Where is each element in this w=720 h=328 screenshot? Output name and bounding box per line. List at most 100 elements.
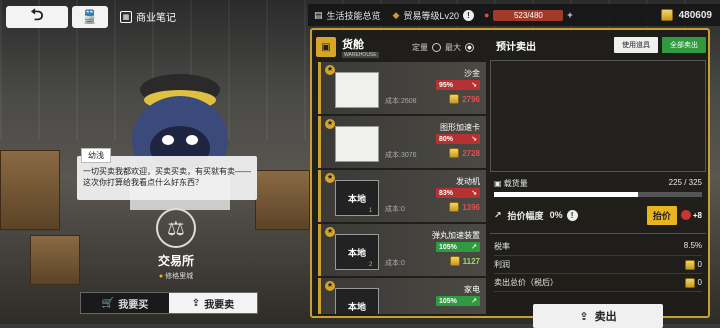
item-price-value: 2728: [462, 148, 480, 158]
profit-value: 0: [697, 260, 702, 269]
mode-max-radio[interactable]: [465, 43, 474, 52]
raise-label: 抬价幅度: [507, 210, 544, 221]
use-item-button[interactable]: 使用道具: [614, 37, 658, 53]
crate: [30, 235, 80, 285]
cargo-item[interactable]: ★ 本地 家电 105% ↗: [318, 278, 486, 314]
location-name: 修格里城: [165, 273, 194, 280]
cargo-capacity: ▣ 载货量 225 / 325: [490, 178, 706, 189]
raise-value: 0%: [549, 210, 563, 220]
sell-button-label: 卖出: [594, 311, 617, 323]
stamina[interactable]: ● 523/480 +: [484, 9, 573, 21]
item-quantity: 2: [369, 262, 373, 268]
coin-icon: [660, 9, 673, 21]
back-button[interactable]: ⮌: [6, 6, 68, 28]
item-price-value: 1127: [462, 256, 480, 266]
book-icon: ▤: [314, 9, 323, 20]
money-value: 480609: [678, 9, 712, 21]
box-icon: ▣: [316, 37, 336, 57]
sell-all-button[interactable]: 全部卖出: [662, 37, 706, 53]
item-cost: 成本:3076: [385, 150, 417, 160]
item-percent-value: 105%: [439, 243, 457, 251]
cargo-list: ★ 沙金 95% ↘ 成本:2608 2796 ★ 图形加速卡 80% ↘ 成本:3076 2728 ★…: [318, 62, 486, 314]
sell-stats: 税率 8.5% 利润 0 卖出总价（税后） 0: [490, 233, 706, 296]
item-cost-value: 0: [400, 260, 405, 267]
business-notes-button[interactable]: ▦ 商业笔记: [120, 9, 176, 24]
item-price: 1127: [449, 256, 480, 266]
item-cost-value: 2608: [400, 98, 417, 105]
item-cost-label: 成本:: [385, 206, 401, 213]
mode-fixed-radio[interactable]: [432, 43, 441, 52]
dialog-box[interactable]: 幼浅 一切买卖我都欢迎，买卖买卖，有买就有卖——这次你打算给我看点什么好东西？: [77, 148, 257, 200]
raise-price-row: ↗ 抬价幅度 0% ! 抬价 +8: [490, 205, 706, 225]
sell-slot-area[interactable]: [490, 60, 706, 172]
stamina-value: 523/480: [493, 9, 564, 21]
tab-sell-label: 我要卖: [204, 299, 235, 311]
item-price: 2796: [449, 94, 480, 104]
cargo-value: 225 / 325: [668, 178, 702, 187]
life-skills-label: 生活技能总览: [326, 10, 381, 21]
item-price-percent: 105% ↗: [436, 242, 480, 252]
add-stamina-icon[interactable]: +: [567, 10, 572, 20]
sell-button[interactable]: ⇪ 卖出: [533, 304, 663, 328]
life-skills-button[interactable]: ▤ 生活技能总览: [308, 4, 387, 26]
cargo-icon: ▣: [494, 179, 502, 188]
trend-icon: ↗: [471, 298, 477, 305]
item-name: 家电: [464, 285, 480, 294]
trend-icon: ↘: [471, 82, 477, 89]
cargo-item[interactable]: ★ 本地 2 弹丸加速装置 105% ↗ 成本:0 1127: [318, 224, 486, 276]
item-price-value: 1396: [462, 202, 480, 212]
coin-icon: [684, 277, 695, 288]
coin-icon: [449, 94, 460, 104]
location: ● 修格里城: [136, 271, 216, 281]
sell-panel: 预计卖出 使用道具 全部卖出 ▣ 载货量 225 / 325 ↗ 抬价幅度 0%…: [490, 34, 706, 328]
profit-label: 利润: [494, 260, 510, 269]
item-thumbnail: 本地: [335, 288, 379, 314]
info-icon[interactable]: !: [566, 209, 578, 221]
business-notes-label: 商业笔记: [136, 13, 176, 24]
trade-icon: ◆: [392, 9, 400, 20]
item-name: 沙金: [464, 69, 480, 78]
train-button[interactable]: 🚆: [72, 6, 108, 28]
cargo-bar-fill: [494, 192, 638, 197]
item-percent-value: 83%: [439, 189, 454, 197]
tab-sell[interactable]: ⇪ 我要卖: [169, 293, 257, 313]
cargo-item[interactable]: ★ 本地 1 发动机 83% ↘ 成本:0 1396: [318, 170, 486, 222]
trend-icon: ↘: [471, 136, 477, 143]
hold-title: 货舱: [342, 39, 364, 51]
item-cost: 成本:0: [385, 204, 405, 214]
item-quantity: 1: [369, 208, 373, 214]
info-icon[interactable]: !: [462, 9, 474, 21]
item-price-percent: 80% ↘: [436, 134, 480, 144]
star-icon: ★: [325, 65, 335, 75]
tab-buy[interactable]: 🛒 我要买: [81, 293, 169, 313]
trade-level[interactable]: ◆ 贸易等级Lv20 !: [387, 4, 480, 26]
back-arrow-icon: ⮌: [30, 6, 44, 24]
star-icon: ★: [325, 173, 335, 183]
tax-value: 8.5%: [683, 241, 702, 250]
hold-subtitle: WAREHOUSE: [342, 52, 379, 58]
money: 480609: [660, 9, 720, 21]
raise-cost-value: +8: [692, 210, 702, 220]
total-value: 0: [697, 278, 702, 287]
item-name: 发动机: [456, 177, 480, 186]
raise-price-button[interactable]: 抬价: [646, 205, 677, 225]
exchange-name: 交易所: [157, 254, 194, 268]
item-cost-label: 成本:: [385, 98, 401, 105]
item-price: 1396: [449, 202, 480, 212]
estimate-title: 预计卖出: [496, 41, 536, 53]
trend-icon: ↘: [471, 190, 477, 197]
item-cost: 成本:2608: [385, 96, 417, 106]
exchange-emblem: ⚖ 交易所 ● 修格里城: [136, 208, 216, 281]
item-price-percent: 105% ↗: [436, 296, 480, 306]
crate: [0, 150, 60, 230]
quantity-mode: 定量 最大: [412, 42, 474, 53]
item-percent-value: 105%: [439, 297, 457, 305]
trade-tabs: 🛒 我要买 ⇪ 我要卖: [80, 292, 258, 314]
item-thumbnail: [335, 126, 379, 162]
cargo-item[interactable]: ★ 图形加速卡 80% ↘ 成本:3076 2728: [318, 116, 486, 168]
cargo-item[interactable]: ★ 沙金 95% ↘ 成本:2608 2796: [318, 62, 486, 114]
coin-icon: [449, 148, 460, 158]
location-pin-icon: ●: [158, 273, 164, 280]
item-price-value: 2796: [462, 94, 480, 104]
cart-icon: 🛒: [101, 297, 115, 309]
